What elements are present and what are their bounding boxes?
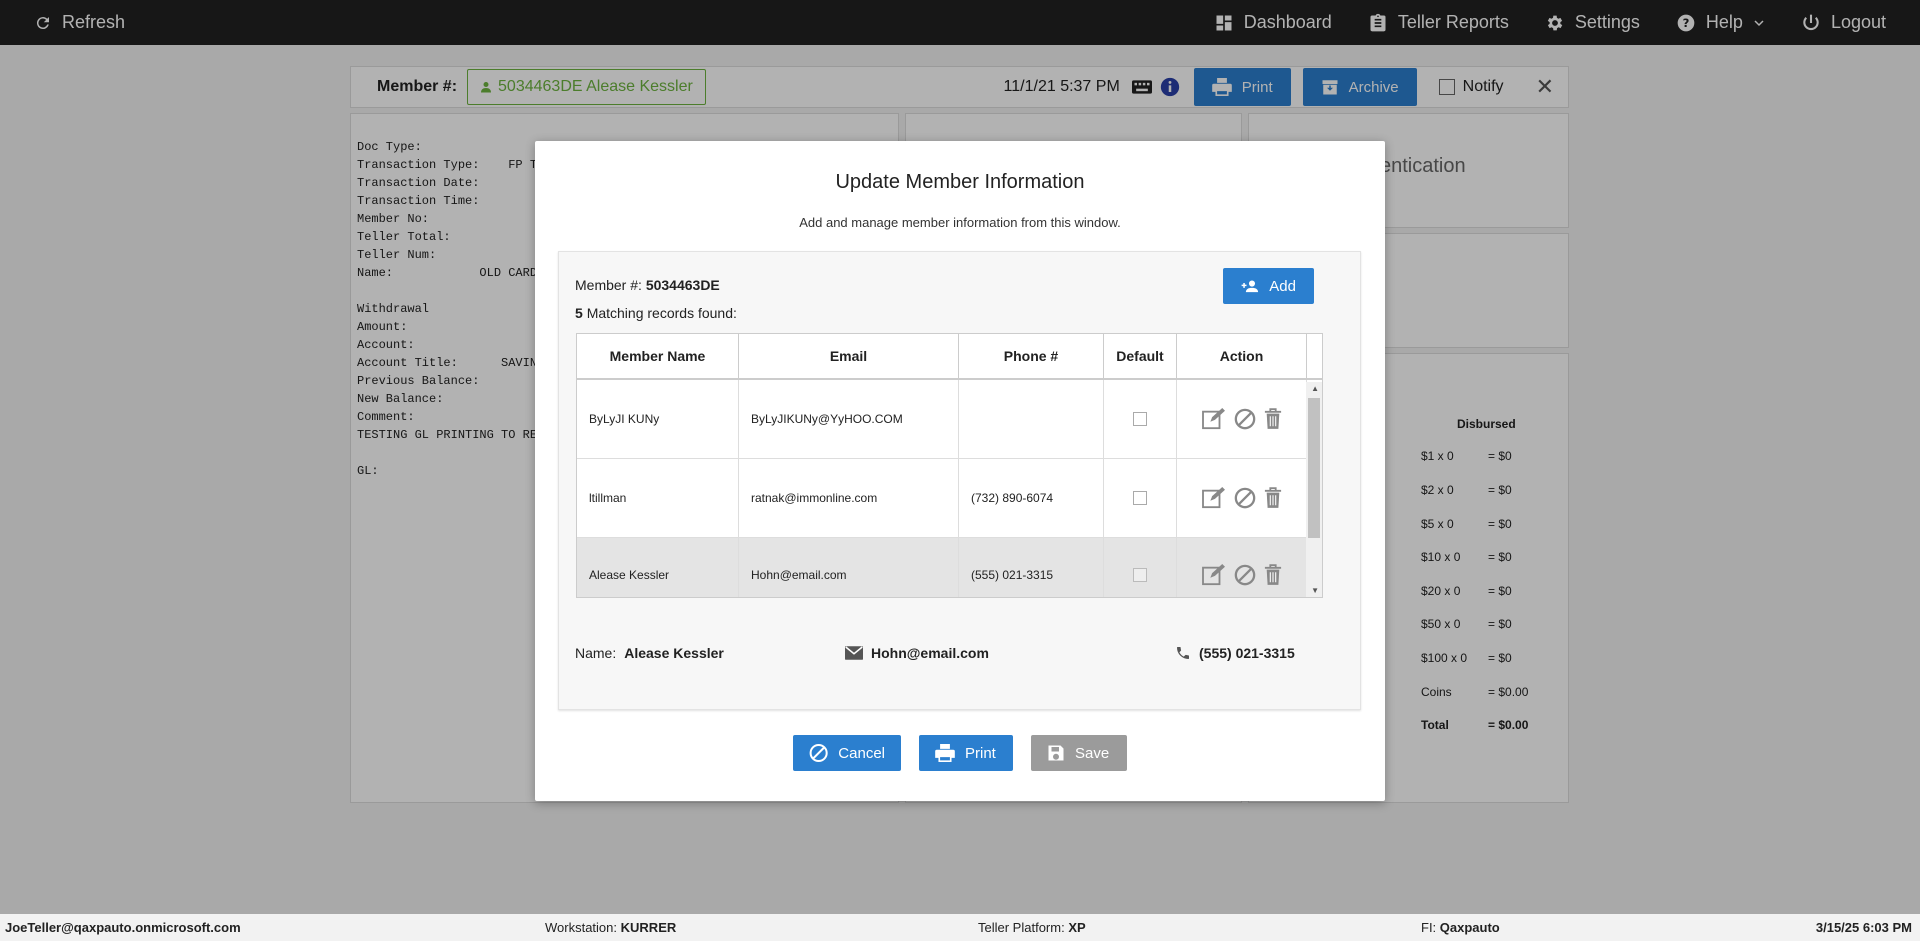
cell-actions xyxy=(1177,459,1307,537)
print-label: Print xyxy=(965,744,996,762)
cell-default xyxy=(1104,380,1177,458)
trash-icon[interactable] xyxy=(1264,408,1282,430)
modal-subtitle: Add and manage member information from t… xyxy=(799,215,1121,230)
cell-default xyxy=(1104,459,1177,537)
cell-email: ratnak@immonline.com xyxy=(739,459,959,537)
scroll-up-arrow[interactable]: ▲ xyxy=(1311,384,1319,393)
add-label: Add xyxy=(1269,277,1296,295)
cell-actions xyxy=(1177,538,1307,597)
trash-icon[interactable] xyxy=(1264,487,1282,509)
disable-icon[interactable] xyxy=(1234,487,1256,509)
selected-name: Name: Alease Kessler xyxy=(575,645,724,661)
selected-phone: (555) 021-3315 xyxy=(1175,645,1295,661)
cell-name: Alease Kessler xyxy=(577,538,739,597)
status-platform: Teller Platform: XP xyxy=(978,920,1086,935)
printer-icon xyxy=(935,744,955,762)
table-header: Member Name Email Phone # Default Action xyxy=(577,334,1322,380)
default-checkbox[interactable] xyxy=(1133,412,1147,426)
table-row[interactable]: ltillman ratnak@immonline.com (732) 890-… xyxy=(577,459,1322,538)
modal-title: Update Member Information xyxy=(835,171,1085,193)
cell-email: Hohn@email.com xyxy=(739,538,959,597)
cell-name: ByLyJI KUNy xyxy=(577,380,739,458)
phone-icon xyxy=(1177,647,1189,659)
trash-icon[interactable] xyxy=(1264,563,1282,586)
cell-phone: (555) 021-3315 xyxy=(959,538,1104,597)
col-email[interactable]: Email xyxy=(739,334,959,378)
default-checkbox[interactable] xyxy=(1133,491,1147,505)
save-label: Save xyxy=(1075,744,1110,762)
update-member-modal: Update Member Information Add and manage… xyxy=(535,141,1385,801)
col-action[interactable]: Action xyxy=(1177,334,1307,378)
table-row-selected[interactable]: Alease Kessler Hohn@email.com (555) 021-… xyxy=(577,538,1322,597)
cell-email: ByLyJIKUNy@YyHOO.COM xyxy=(739,380,959,458)
status-workstation: Workstation: KURRER xyxy=(545,920,677,935)
cell-default xyxy=(1104,538,1177,597)
status-user: JoeTeller@qaxpauto.onmicrosoft.com xyxy=(5,920,241,935)
save-icon xyxy=(1048,745,1064,761)
status-datetime: 3/15/25 6:03 PM xyxy=(1815,920,1912,935)
envelope-icon xyxy=(845,646,863,660)
col-default[interactable]: Default xyxy=(1104,334,1177,378)
save-button[interactable]: Save xyxy=(1031,735,1127,771)
cell-name: ltillman xyxy=(577,459,739,537)
modal-member-number: Member #: 5034463DE xyxy=(575,277,720,293)
disable-icon[interactable] xyxy=(1234,408,1256,430)
scroll-down-arrow[interactable]: ▼ xyxy=(1311,586,1319,595)
add-member-button[interactable]: Add xyxy=(1223,268,1314,304)
cancel-icon xyxy=(809,743,828,763)
cell-actions xyxy=(1177,380,1307,458)
col-member-name[interactable]: Member Name xyxy=(577,334,739,378)
cell-phone: (732) 890-6074 xyxy=(959,459,1104,537)
edit-icon[interactable] xyxy=(1201,487,1226,509)
cancel-button[interactable]: Cancel xyxy=(793,735,901,771)
member-table: Member Name Email Phone # Default Action… xyxy=(576,333,1323,598)
selected-email: Hohn@email.com xyxy=(845,645,989,661)
add-user-icon xyxy=(1241,280,1259,293)
table-row[interactable]: ByLyJI KUNy ByLyJIKUNy@YyHOO.COM xyxy=(577,380,1322,459)
status-bar: JoeTeller@qaxpauto.onmicrosoft.com Works… xyxy=(0,914,1920,941)
status-fi: FI: Qaxpauto xyxy=(1421,920,1500,935)
table-scrollbar-thumb[interactable] xyxy=(1308,398,1320,538)
member-records-card: Member #: 5034463DE 5 Matching records f… xyxy=(558,251,1361,710)
print-button[interactable]: Print xyxy=(919,735,1013,771)
modal-actions: Cancel Print Save xyxy=(535,735,1385,771)
disable-icon[interactable] xyxy=(1234,564,1256,586)
edit-icon[interactable] xyxy=(1201,563,1226,586)
cell-phone xyxy=(959,380,1104,458)
col-phone[interactable]: Phone # xyxy=(959,334,1104,378)
matching-records-count: 5 Matching records found: xyxy=(575,305,737,321)
cancel-label: Cancel xyxy=(838,744,885,762)
edit-icon[interactable] xyxy=(1201,408,1226,430)
default-checkbox[interactable] xyxy=(1133,567,1147,582)
